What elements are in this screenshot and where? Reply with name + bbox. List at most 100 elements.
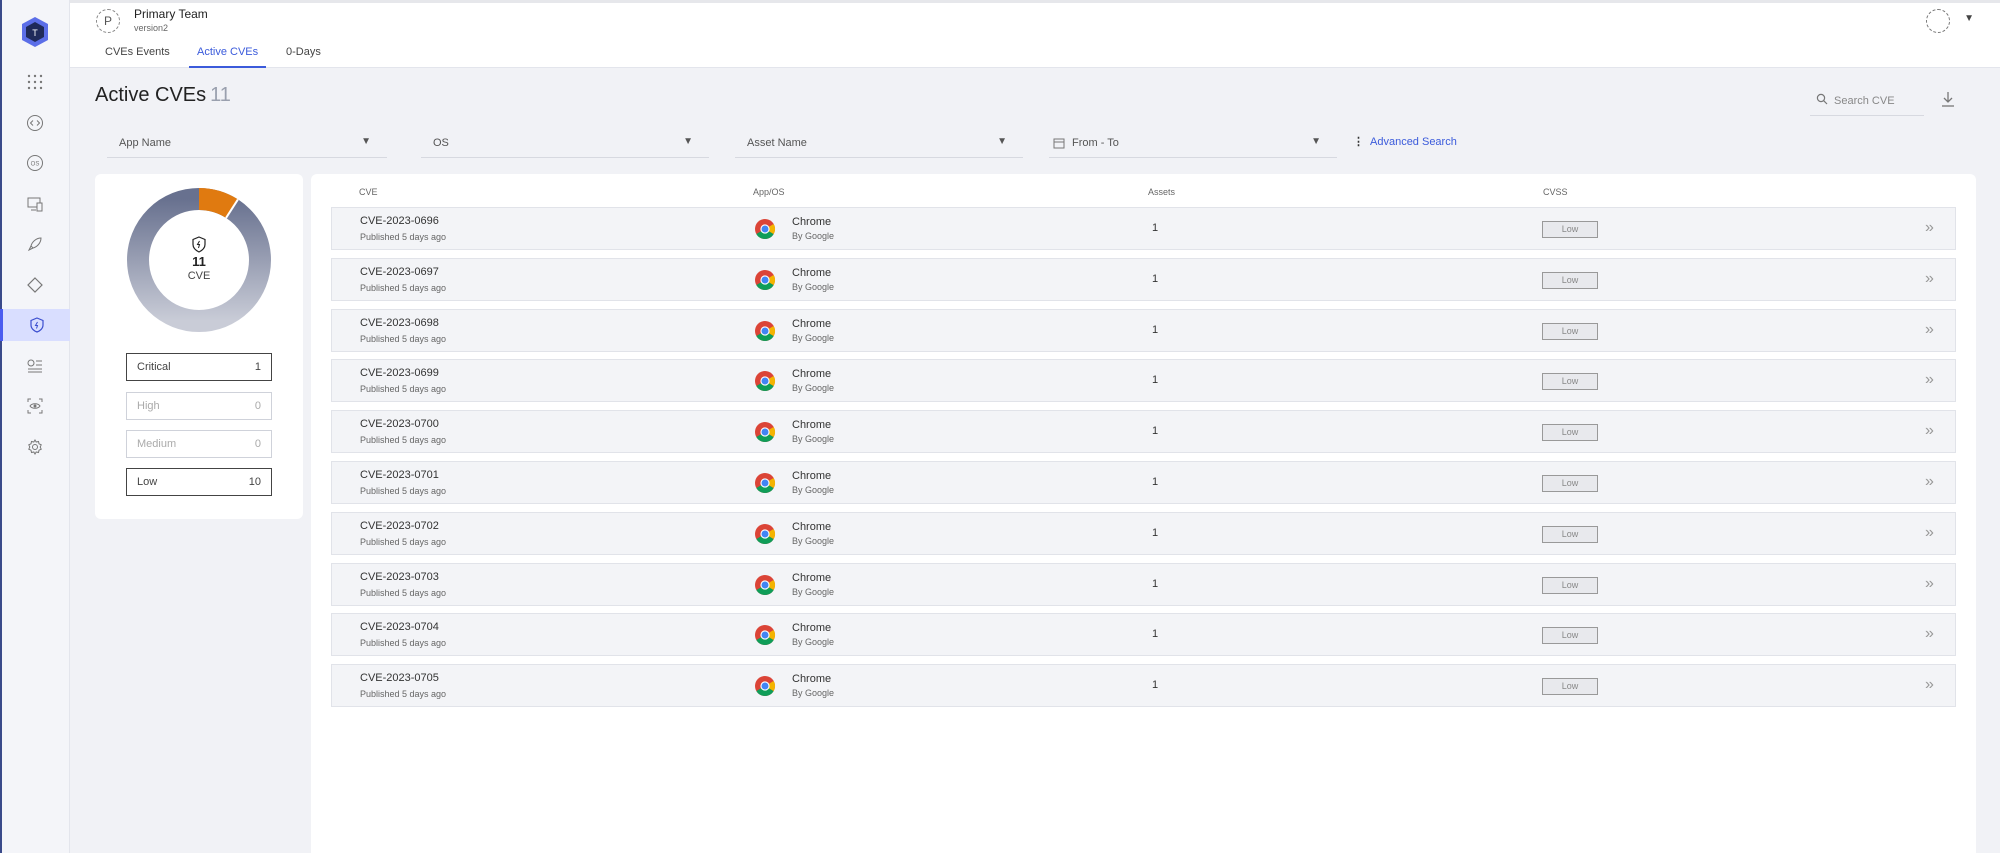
table-row[interactable]: CVE-2023-0698 Published 5 days ago Chrom… bbox=[331, 308, 1956, 352]
table-row[interactable]: CVE-2023-0699 Published 5 days ago Chrom… bbox=[331, 359, 1956, 403]
chevron-double-right-icon[interactable]: » bbox=[1925, 422, 1934, 440]
donut-total-label: CVE bbox=[187, 270, 211, 282]
table-row[interactable]: CVE-2023-0696 Published 5 days ago Chrom… bbox=[331, 207, 1956, 250]
page-title-count: 11 bbox=[210, 84, 231, 106]
column-header-app-os[interactable]: App/OS bbox=[753, 187, 785, 197]
chevron-double-right-icon[interactable]: » bbox=[1925, 219, 1934, 237]
cve-id[interactable]: CVE-2023-0700 bbox=[360, 418, 439, 430]
nav-policies[interactable] bbox=[0, 350, 70, 382]
download-icon[interactable] bbox=[1940, 90, 1956, 108]
table-row[interactable]: CVE-2023-0702 Published 5 days ago Chrom… bbox=[331, 511, 1956, 555]
search-input[interactable]: Search CVE bbox=[1810, 88, 1924, 116]
app-name: Chrome bbox=[792, 419, 832, 432]
code-icon bbox=[27, 115, 43, 131]
severity-filter-low[interactable]: Low 10 bbox=[126, 468, 272, 496]
nav-vulnerabilities[interactable] bbox=[0, 309, 70, 341]
tab-0-days[interactable]: 0-Days bbox=[278, 36, 329, 68]
chevron-double-right-icon[interactable]: » bbox=[1925, 524, 1934, 542]
tab-active-cves[interactable]: Active CVEs bbox=[189, 36, 267, 68]
cvss-badge: Low bbox=[1542, 576, 1598, 594]
team-avatar[interactable]: P bbox=[96, 9, 120, 33]
filter-date-range[interactable]: From - To ▼ bbox=[1049, 130, 1337, 158]
table-row[interactable]: CVE-2023-0701 Published 5 days ago Chrom… bbox=[331, 461, 1956, 504]
column-header-cvss[interactable]: CVSS bbox=[1543, 187, 1568, 197]
app-name: Chrome bbox=[792, 622, 832, 635]
filter-os-label: OS bbox=[433, 137, 449, 149]
table-row[interactable]: CVE-2023-0703 Published 5 days ago Chrom… bbox=[331, 562, 1956, 606]
app-name: Chrome bbox=[792, 571, 832, 584]
advanced-search-link[interactable]: ⋮ Advanced Search bbox=[1353, 135, 1457, 148]
filter-asset-name-label: Asset Name bbox=[747, 137, 807, 149]
asset-count: 1 bbox=[1152, 222, 1159, 234]
cve-id[interactable]: CVE-2023-0703 bbox=[360, 571, 439, 583]
cve-id[interactable]: CVE-2023-0701 bbox=[360, 469, 439, 481]
app-name: Chrome bbox=[792, 317, 832, 330]
table-row[interactable]: CVE-2023-0697 Published 5 days ago Chrom… bbox=[331, 257, 1956, 301]
cve-id[interactable]: CVE-2023-0698 bbox=[360, 317, 439, 329]
donut-total: 11 bbox=[192, 254, 206, 269]
app-logo-icon[interactable]: T bbox=[19, 16, 51, 48]
column-header-cve[interactable]: CVE bbox=[359, 187, 378, 197]
calendar-icon bbox=[1053, 138, 1065, 149]
cve-id[interactable]: CVE-2023-0704 bbox=[360, 621, 439, 633]
table-row[interactable]: CVE-2023-0705 Published 5 days ago Chrom… bbox=[331, 664, 1956, 708]
team-name[interactable]: Primary Team bbox=[134, 7, 208, 21]
published-date: Published 5 days ago bbox=[360, 282, 447, 293]
app-name: Chrome bbox=[792, 368, 832, 381]
severity-filter-medium[interactable]: Medium 0 bbox=[126, 430, 272, 458]
app-vendor: By Google bbox=[792, 332, 835, 343]
nav-assets[interactable] bbox=[0, 269, 70, 301]
chrome-icon bbox=[755, 574, 775, 595]
severity-name: Medium bbox=[137, 438, 177, 450]
filter-app-name[interactable]: App Name ▼ bbox=[107, 130, 387, 158]
chrome-icon bbox=[755, 422, 775, 443]
chevron-double-right-icon[interactable]: » bbox=[1925, 321, 1934, 339]
chrome-icon bbox=[755, 269, 775, 290]
published-date: Published 5 days ago bbox=[360, 333, 447, 344]
cvss-badge: Low bbox=[1542, 221, 1598, 238]
cve-id[interactable]: CVE-2023-0702 bbox=[360, 520, 439, 532]
chevron-double-right-icon[interactable]: » bbox=[1925, 473, 1934, 491]
cve-id[interactable]: CVE-2023-0696 bbox=[360, 215, 439, 227]
app-vendor: By Google bbox=[792, 688, 835, 699]
page-title-text: Active CVEs bbox=[95, 84, 207, 106]
asset-count: 1 bbox=[1152, 577, 1159, 590]
user-avatar[interactable] bbox=[1926, 9, 1950, 33]
chrome-icon bbox=[755, 473, 775, 493]
severity-name: Low bbox=[137, 476, 158, 488]
shield-icon bbox=[29, 317, 44, 333]
chevron-double-right-icon[interactable]: » bbox=[1925, 625, 1934, 643]
cve-id[interactable]: CVE-2023-0697 bbox=[360, 266, 439, 278]
sidebar: T OS bbox=[0, 0, 70, 853]
diamond-icon bbox=[27, 277, 43, 293]
svg-text:T: T bbox=[32, 28, 38, 38]
filter-os[interactable]: OS ▼ bbox=[421, 130, 709, 158]
chevron-double-right-icon[interactable]: » bbox=[1925, 270, 1934, 288]
app-name: Chrome bbox=[792, 266, 832, 279]
nav-devices[interactable] bbox=[0, 188, 70, 220]
gear-icon bbox=[28, 439, 42, 455]
nav-os[interactable]: OS bbox=[0, 147, 70, 179]
severity-filter-high[interactable]: High 0 bbox=[126, 392, 272, 420]
app-vendor: By Google bbox=[792, 434, 835, 445]
nav-settings[interactable] bbox=[0, 431, 70, 463]
cve-id[interactable]: CVE-2023-0699 bbox=[360, 367, 439, 379]
published-date: Published 5 days ago bbox=[360, 435, 447, 446]
table-row[interactable]: CVE-2023-0704 Published 5 days ago Chrom… bbox=[331, 613, 1956, 657]
chrome-icon bbox=[755, 625, 775, 646]
chevron-double-right-icon[interactable]: » bbox=[1925, 676, 1934, 694]
tab-cves-events[interactable]: CVEs Events bbox=[97, 36, 178, 68]
chevron-double-right-icon[interactable]: » bbox=[1925, 371, 1934, 389]
filter-asset-name[interactable]: Asset Name ▼ bbox=[735, 130, 1023, 158]
chevron-down-icon[interactable]: ▼ bbox=[1964, 13, 1974, 24]
nav-deploy[interactable] bbox=[0, 228, 70, 260]
table-row[interactable]: CVE-2023-0700 Published 5 days ago Chrom… bbox=[331, 410, 1956, 454]
nav-code[interactable] bbox=[0, 107, 70, 139]
asset-count: 1 bbox=[1152, 476, 1159, 488]
nav-monitor[interactable] bbox=[0, 390, 70, 422]
severity-filter-critical[interactable]: Critical 1 bbox=[126, 353, 272, 381]
column-header-assets[interactable]: Assets bbox=[1148, 187, 1175, 197]
cve-id[interactable]: CVE-2023-0705 bbox=[360, 672, 439, 684]
chevron-double-right-icon[interactable]: » bbox=[1925, 575, 1934, 593]
nav-apps[interactable] bbox=[0, 66, 70, 98]
